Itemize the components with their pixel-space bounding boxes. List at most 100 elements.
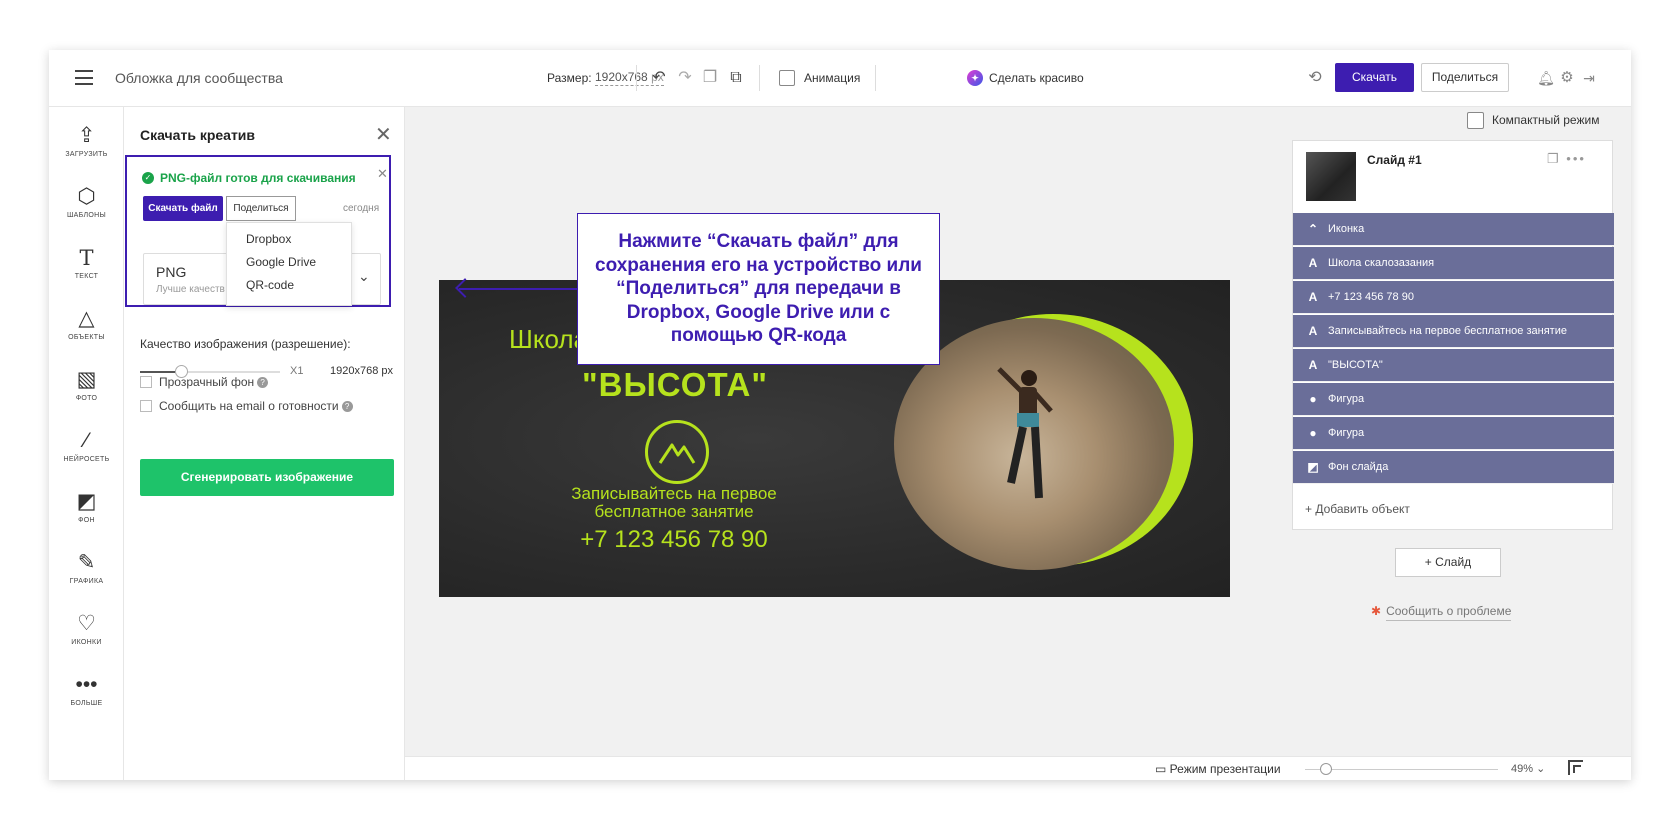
rail-item-ai[interactable]: ⁄ НЕЙРОСЕТЬ (49, 427, 124, 483)
text-icon: A (1308, 358, 1318, 372)
slide-actions-icon[interactable]: ❐ ••• (1547, 151, 1586, 167)
rail-label: ЗАГРУЗИТЬ (65, 151, 108, 158)
rail-label: ШАБЛОНЫ (66, 212, 107, 219)
bottom-bar: ▭ Режим презентации 49% ⌄ (405, 756, 1631, 780)
instruction-callout: Нажмите “Скачать файл” для сохранения ег… (577, 213, 940, 365)
logout-icon[interactable]: ⇥ (1579, 68, 1599, 88)
rail-item-upload[interactable]: ⇪ ЗАГРУЗИТЬ (49, 122, 124, 178)
quality-multiplier: X1 (290, 365, 304, 377)
bell-icon[interactable]: 🔔︎ (1536, 68, 1556, 88)
report-problem-label: Сообщить о проблеме (1386, 604, 1512, 621)
beautify-button[interactable]: Сделать красиво (989, 71, 1084, 85)
monitor-icon: ▭ (1155, 762, 1170, 776)
add-slide-button[interactable]: + Слайд (1395, 548, 1501, 577)
rail-label: ТЕКСТ (74, 273, 99, 280)
heart-icon: ♡ (77, 612, 96, 635)
text-icon: A (1308, 290, 1318, 304)
slide-thumbnail[interactable] (1306, 152, 1356, 201)
report-problem-link[interactable]: ✱ Сообщить о проблеме (1371, 604, 1512, 621)
banner-phone[interactable]: +7 123 456 78 90 (539, 526, 809, 554)
quality-slider-fill (140, 371, 175, 373)
share-option-qr-code[interactable]: QR-code (227, 274, 351, 297)
ai-beautify-icon[interactable]: ✦ (967, 70, 983, 86)
rail-label: ФОН (78, 517, 95, 524)
slide-name: Слайд #1 (1367, 153, 1422, 167)
rail-item-objects[interactable]: △ ОБЪЕКТЫ (49, 305, 124, 361)
animation-label: Анимация (804, 71, 861, 85)
close-icon[interactable]: ✕ (377, 166, 388, 182)
generate-image-button[interactable]: Сгенерировать изображение (140, 459, 394, 496)
share-file-button[interactable]: Поделиться (226, 196, 296, 221)
rail-label: ФОТО (75, 395, 98, 402)
fit-screen-icon[interactable] (1568, 760, 1583, 775)
more-icon: ••• (75, 673, 98, 696)
download-file-button[interactable]: Скачать файл (143, 196, 223, 221)
copy-icon[interactable]: ❐ (700, 68, 720, 88)
format-description: Лучше качеств (156, 284, 225, 295)
paste-icon[interactable]: ⧉ (726, 68, 746, 88)
layer-item[interactable]: ● Фигура (1293, 383, 1614, 416)
email-notify-label: Сообщить на email о готовности (159, 399, 339, 413)
rail-item-templates[interactable]: ⬡ ШАБЛОНЫ (49, 183, 124, 239)
top-bar: Обложка для сообщества Размер: 1920x768 … (49, 50, 1631, 107)
rail-item-graphics[interactable]: ✎ ГРАФИКА (49, 549, 124, 605)
layer-label: Записывайтесь на первое бесплатное занят… (1328, 325, 1567, 337)
rail-item-more[interactable]: ••• БОЛЬШЕ (49, 671, 124, 727)
close-icon[interactable]: ✕ (375, 122, 392, 147)
download-button[interactable]: Скачать (1335, 63, 1414, 92)
quality-slider[interactable] (140, 365, 280, 378)
circle-icon: ● (1309, 426, 1317, 440)
add-object-button[interactable]: + Добавить объект (1305, 502, 1410, 516)
banner-subtitle[interactable]: "ВЫСОТА" (582, 366, 768, 404)
magic-wand-icon: ⁄ (84, 429, 89, 452)
divider (636, 65, 637, 91)
rail-item-background[interactable]: ◩ ФОН (49, 488, 124, 544)
gear-icon[interactable]: ⚙ (1557, 68, 1577, 88)
layer-item[interactable]: A "ВЫСОТА" (1293, 349, 1614, 382)
help-icon[interactable]: ? (257, 377, 269, 388)
shapes-icon: △ (78, 307, 95, 330)
layers-panel: Слайд #1 ❐ ••• ⌃ Иконка A Школа скалозазан… (1292, 140, 1614, 530)
tool-rail: ⇪ ЗАГРУЗИТЬ ⬡ ШАБЛОНЫ T ТЕКСТ △ ОБЪЕКТЫ ▧ ФОТ… (49, 107, 124, 780)
share-option-dropbox[interactable]: Dropbox (227, 228, 351, 251)
undo-icon[interactable]: ↶ (649, 68, 669, 88)
rail-item-photo[interactable]: ▧ ФОТО (49, 366, 124, 422)
brush-icon: ✎ (77, 551, 96, 574)
email-notify-checkbox[interactable] (140, 400, 152, 412)
divider (759, 65, 760, 91)
text-icon: A (1308, 324, 1318, 338)
layer-item[interactable]: A Школа скалозазания (1293, 247, 1614, 280)
rail-item-icons[interactable]: ♡ ИКОНКИ (49, 610, 124, 666)
photo-icon: ▧ (76, 368, 97, 391)
document-title[interactable]: Обложка для сообщества (115, 70, 283, 86)
banner-invite[interactable]: Записывайтесь на первое бесплатное занят… (539, 485, 809, 521)
layer-item[interactable]: ● Фигура (1293, 417, 1614, 450)
rail-item-text[interactable]: T ТЕКСТ (49, 244, 124, 300)
animation-checkbox[interactable] (779, 70, 795, 86)
zoom-slider[interactable] (1305, 763, 1498, 775)
layer-label: Иконка (1328, 223, 1365, 235)
layer-item[interactable]: A Записывайтесь на первое бесплатное заня… (1293, 315, 1614, 348)
zoom-select[interactable]: 49% ⌄ (1511, 762, 1545, 775)
transparent-bg-checkbox[interactable] (140, 376, 152, 388)
menu-icon[interactable] (75, 70, 93, 85)
background-icon: ◩ (76, 490, 97, 513)
share-option-google-drive[interactable]: Google Drive (227, 251, 351, 274)
presentation-mode-button[interactable]: ▭ Режим презентации (1155, 762, 1281, 776)
compact-mode-label: Компактный режим (1492, 113, 1600, 127)
layer-item[interactable]: A +7 123 456 78 90 (1293, 281, 1614, 314)
layer-item[interactable]: ◩ Фон слайда (1293, 451, 1614, 484)
zoom-slider-handle[interactable] (1320, 763, 1332, 775)
layer-item[interactable]: ⌃ Иконка (1293, 213, 1614, 246)
plus-icon: + (1424, 555, 1436, 569)
mountain-icon[interactable] (645, 420, 709, 484)
compact-mode-checkbox[interactable] (1467, 112, 1484, 129)
help-icon[interactable]: ? (341, 401, 353, 412)
history-icon[interactable]: ⟲ (1305, 68, 1325, 88)
rail-label: НЕЙРОСЕТЬ (63, 456, 110, 463)
layer-label: "ВЫСОТА" (1328, 359, 1383, 371)
share-button[interactable]: Поделиться (1421, 63, 1509, 92)
redo-icon[interactable]: ↷ (675, 68, 695, 88)
rail-label: ОБЪЕКТЫ (68, 334, 105, 341)
editor-window: Обложка для сообщества Размер: 1920x768 … (49, 50, 1631, 780)
